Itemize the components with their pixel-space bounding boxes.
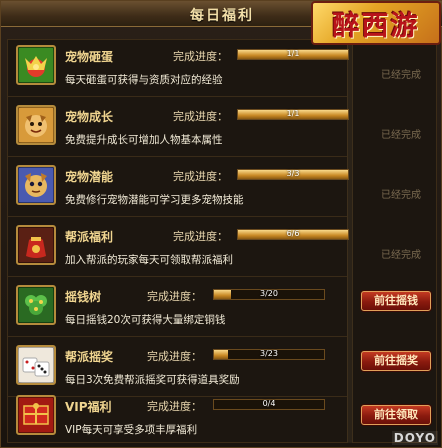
welfare-row-vip-welfare: VIP福利 完成进度： 0/4 VIP每天可享受多项丰厚福利	[7, 389, 347, 443]
progress-bar: 1/1	[237, 109, 349, 120]
row-name: 宠物成长	[65, 110, 114, 124]
progress-label: 完成进度：	[173, 170, 228, 183]
progress-label: 完成进度：	[147, 350, 202, 363]
row-description: 免费提升成长可增加人物基本属性	[65, 134, 223, 146]
game-logo-text: 醉西游	[332, 10, 420, 42]
welfare-row-pet-potential: 宠物潜能 完成进度： 3/3 免费修行宠物潜能可学习更多宠物技能	[7, 159, 349, 217]
scrollbar[interactable]	[347, 39, 353, 443]
gift-bag-icon	[16, 225, 56, 265]
progress-text: 3/23	[260, 349, 278, 358]
money-tree-icon	[16, 285, 56, 325]
row-description: 每天砸蛋可获得与资质对应的经验	[65, 74, 223, 86]
welfare-row-pet-egg: 宠物砸蛋 完成进度： 1/1 每天砸蛋可获得与资质对应的经验	[7, 39, 349, 97]
egg-icon	[16, 45, 56, 85]
progress-label: 完成进度：	[173, 50, 228, 63]
site-watermark: DOYO	[391, 431, 438, 445]
daily-welfare-panel: 每日福利 醉西游 宠物砸蛋 完成进度： 1/1 每天砸蛋可获得与资质对应的经验 …	[0, 0, 442, 448]
progress-text: 3/20	[260, 289, 278, 298]
progress-bar: 3/20	[213, 289, 325, 300]
row-description: 免费修行宠物潜能可学习更多宠物技能	[65, 194, 244, 206]
welfare-row-pet-growth: 宠物成长 完成进度： 1/1 免费提升成长可增加人物基本属性	[7, 99, 349, 157]
progress-bar: 3/3	[237, 169, 349, 180]
dice-icon	[16, 345, 56, 385]
completed-status: 已经完成	[381, 250, 421, 261]
row-name: VIP福利	[65, 400, 112, 414]
game-logo: 醉西游	[311, 1, 441, 45]
window-title: 每日福利	[190, 8, 254, 24]
row-description: 每日摇钱20次可获得大量绑定铜钱	[65, 314, 226, 326]
go-claim-button[interactable]: 前往领取	[361, 405, 431, 425]
progress-text: 3/3	[286, 169, 300, 178]
pet-growth-icon	[16, 105, 56, 145]
progress-label: 完成进度：	[147, 290, 202, 303]
row-description: 加入帮派的玩家每天可领取帮派福利	[65, 254, 233, 266]
row-description: 每日3次免费帮派摇奖可获得道具奖励	[65, 374, 240, 386]
progress-text: 0/4	[262, 399, 276, 408]
welfare-row-money-tree: 摇钱树 完成进度： 3/20 每日摇钱20次可获得大量绑定铜钱	[7, 279, 347, 337]
progress-bar: 0/4	[213, 399, 325, 410]
row-name: 宠物砸蛋	[65, 50, 114, 64]
row-name: 帮派福利	[65, 230, 114, 244]
row-name: 宠物潜能	[65, 170, 114, 184]
progress-bar: 1/1	[237, 49, 349, 60]
progress-text: 1/1	[286, 49, 300, 58]
progress-bar: 6/6	[237, 229, 349, 240]
pet-potential-icon	[16, 165, 56, 205]
row-name: 帮派摇奖	[65, 350, 114, 364]
go-lottery-button[interactable]: 前往摇奖	[361, 351, 431, 371]
progress-label: 完成进度：	[147, 400, 202, 413]
row-name: 摇钱树	[65, 290, 102, 304]
completed-status: 已经完成	[381, 70, 421, 81]
progress-label: 完成进度：	[173, 110, 228, 123]
progress-text: 6/6	[286, 229, 300, 238]
completed-status: 已经完成	[381, 190, 421, 201]
progress-text: 1/1	[286, 109, 300, 118]
row-description: VIP每天可享受多项丰厚福利	[65, 424, 198, 436]
completed-status: 已经完成	[381, 130, 421, 141]
welfare-row-guild-welfare: 帮派福利 完成进度： 6/6 加入帮派的玩家每天可领取帮派福利	[7, 219, 349, 277]
vip-gift-icon	[16, 395, 56, 435]
go-shake-money-button[interactable]: 前往摇钱	[361, 291, 431, 311]
progress-bar: 3/23	[213, 349, 325, 360]
progress-label: 完成进度：	[173, 230, 228, 243]
